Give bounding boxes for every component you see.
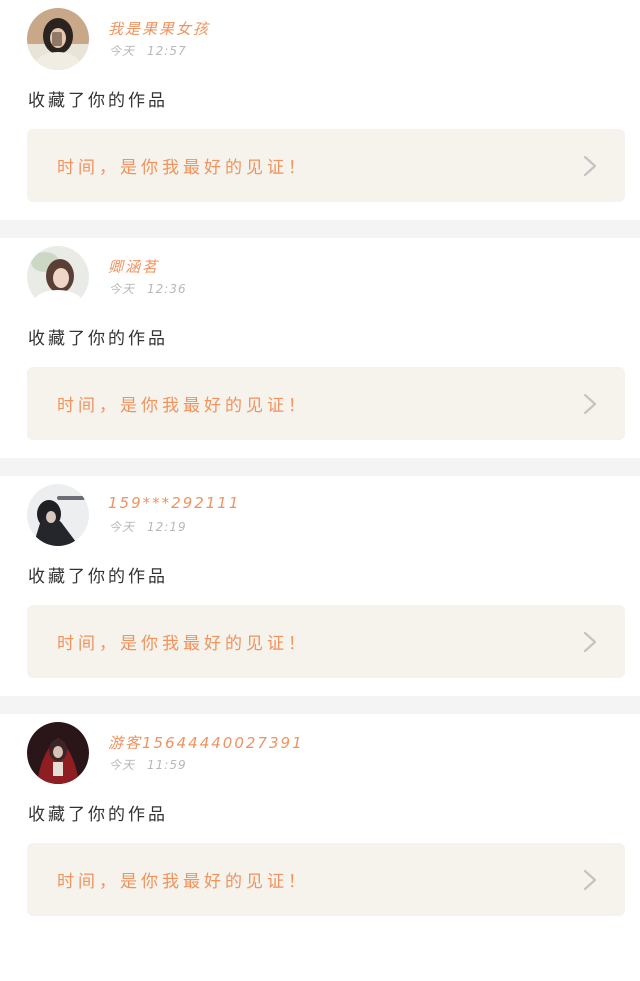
notification-item: 卿涵茗 今天 12:36 收藏了你的作品 时间，是你我最好的见证！ [0, 238, 640, 458]
chevron-right-icon [583, 631, 597, 653]
user-name[interactable]: 159***292111 [108, 494, 240, 512]
user-name[interactable]: 我是果果女孩 [108, 18, 210, 39]
notification-item: 我是果果女孩 今天 12:57 收藏了你的作品 时间，是你我最好的见证！ [0, 0, 640, 220]
notification-item: 159***292111 今天 12:19 收藏了你的作品 时间，是你我最好的见证… [0, 476, 640, 696]
user-name[interactable]: 卿涵茗 [108, 256, 159, 277]
action-text: 收藏了你的作品 [28, 805, 168, 825]
notification-item: 游客15644440027391 今天 11:59 收藏了你的作品 时间，是你我最… [0, 714, 640, 934]
timestamp: 今天 11:59 [109, 756, 187, 773]
work-card-text: 时间，是你我最好的见证！ [57, 396, 309, 416]
day-label: 今天 [109, 520, 136, 534]
work-card[interactable]: 时间，是你我最好的见证！ [27, 605, 625, 678]
avatar[interactable] [27, 722, 89, 784]
time-label: 12:57 [147, 44, 187, 58]
day-label: 今天 [109, 44, 136, 58]
divider [0, 696, 640, 714]
chevron-right-icon [583, 155, 597, 177]
work-card[interactable]: 时间，是你我最好的见证！ [27, 129, 625, 202]
timestamp: 今天 12:57 [109, 42, 187, 59]
notification-feed: 我是果果女孩 今天 12:57 收藏了你的作品 时间，是你我最好的见证！ 卿涵茗 … [0, 0, 640, 934]
avatar[interactable] [27, 246, 89, 308]
avatar[interactable] [27, 8, 89, 70]
time-label: 12:19 [147, 520, 187, 534]
action-text: 收藏了你的作品 [28, 567, 168, 587]
timestamp: 今天 12:19 [109, 518, 187, 535]
day-label: 今天 [109, 282, 136, 296]
time-label: 11:59 [147, 758, 187, 772]
divider [0, 220, 640, 238]
work-card-text: 时间，是你我最好的见证！ [57, 158, 309, 178]
action-text: 收藏了你的作品 [28, 91, 168, 111]
work-card[interactable]: 时间，是你我最好的见证！ [27, 367, 625, 440]
chevron-right-icon [583, 393, 597, 415]
action-text: 收藏了你的作品 [28, 329, 168, 349]
work-card-text: 时间，是你我最好的见证！ [57, 634, 309, 654]
day-label: 今天 [109, 758, 136, 772]
chevron-right-icon [583, 869, 597, 891]
avatar[interactable] [27, 484, 89, 546]
timestamp: 今天 12:36 [109, 280, 187, 297]
work-card-text: 时间，是你我最好的见证！ [57, 872, 309, 892]
divider [0, 458, 640, 476]
user-name[interactable]: 游客15644440027391 [108, 732, 304, 753]
time-label: 12:36 [147, 282, 187, 296]
work-card[interactable]: 时间，是你我最好的见证！ [27, 843, 625, 916]
